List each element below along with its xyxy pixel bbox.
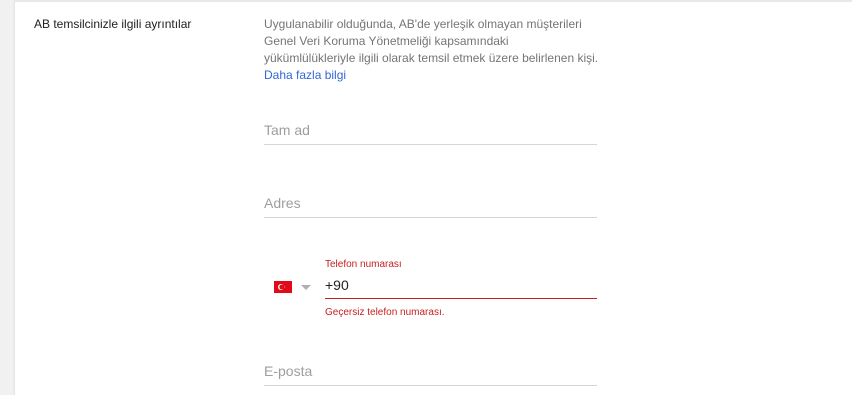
address-input[interactable]: Adres: [264, 194, 597, 218]
turkey-flag-icon[interactable]: [274, 281, 292, 293]
phone-number-label: Telefon numarası: [325, 259, 402, 270]
top-divider: [14, 0, 852, 2]
full-name-input[interactable]: Tam ad: [264, 121, 597, 145]
phone-number-group: Telefon numarası +90 Geçersiz telefon nu…: [264, 258, 598, 318]
phone-number-field[interactable]: Telefon numarası +90 Geçersiz telefon nu…: [325, 258, 597, 320]
email-input[interactable]: E-posta: [264, 362, 597, 386]
email-field[interactable]: E-posta: [264, 362, 597, 386]
section-title: AB temsilcinizle ilgili ayrıntılar: [34, 17, 192, 31]
phone-error-message: Geçersiz telefon numarası.: [325, 307, 445, 318]
phone-number-input[interactable]: +90: [325, 276, 597, 299]
address-field[interactable]: Adres: [264, 194, 597, 218]
description-text: Uygulanabilir olduğunda, AB'de yerleşik …: [264, 17, 599, 65]
chevron-down-icon[interactable]: [301, 285, 311, 290]
section-description: Uygulanabilir olduğunda, AB'de yerleşik …: [264, 16, 600, 84]
learn-more-link[interactable]: Daha fazla bilgi: [264, 68, 346, 82]
full-name-field[interactable]: Tam ad: [264, 121, 597, 145]
